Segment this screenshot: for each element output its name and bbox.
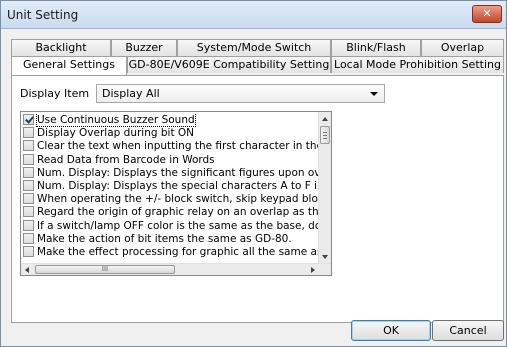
display-item-label: Display Item — [20, 87, 90, 100]
ok-button[interactable]: OK — [351, 320, 431, 341]
display-item-value: Display All — [102, 87, 160, 100]
scroll-right-icon[interactable] — [311, 267, 315, 273]
scroll-down-icon[interactable] — [322, 255, 328, 259]
dialog-body: Backlight Buzzer System/Mode Switch Blin… — [1, 30, 506, 346]
tab-buzzer[interactable]: Buzzer — [111, 39, 177, 56]
checkbox[interactable] — [23, 153, 34, 165]
checklist-item[interactable]: Make the action of bit items the same as… — [23, 232, 323, 246]
tab-general-settings[interactable]: General Settings — [11, 56, 127, 75]
tab-backlight[interactable]: Backlight — [11, 39, 111, 56]
checkbox[interactable] — [23, 206, 34, 218]
scroll-up-icon[interactable] — [322, 117, 328, 121]
tab-row-front: General Settings GD-80E/V609E Compatibil… — [11, 56, 504, 75]
checklist-item-label: Display Overlap during bit ON — [37, 127, 195, 140]
unit-setting-window: Unit Setting ✕ Backlight Buzzer System/M… — [0, 0, 507, 347]
general-settings-panel: Display Item Display All Use Continuous … — [11, 75, 504, 323]
settings-checklist[interactable]: Use Continuous Buzzer Sound Display Overl… — [20, 111, 332, 276]
cancel-button[interactable]: Cancel — [432, 320, 504, 341]
checkbox[interactable] — [23, 114, 34, 125]
checklist-item[interactable]: Regard the origin of graphic relay on an… — [23, 206, 323, 219]
tab-local-mode-prohibition[interactable]: Local Mode Prohibition Setting — [331, 56, 504, 73]
checklist-item[interactable]: Display Overlap during bit ON — [23, 127, 323, 140]
checkbox[interactable] — [23, 246, 34, 257]
checklist-item-label: Make the action of bit items the same as… — [37, 232, 292, 245]
checklist-item-label: When operating the +/- block switch, ski… — [37, 193, 323, 206]
checklist-item-label: Make the effect processing for graphic a… — [37, 246, 323, 258]
display-item-select[interactable]: Display All — [96, 84, 385, 103]
checklist-item-label: If a switch/lamp OFF color is the same a… — [37, 219, 323, 232]
title-bar[interactable]: Unit Setting ✕ — [1, 1, 506, 29]
checkbox[interactable] — [23, 193, 34, 205]
checklist-item[interactable]: Use Continuous Buzzer Sound — [23, 114, 323, 127]
checklist-item[interactable]: Read Data from Barcode in Words — [23, 153, 323, 167]
horizontal-scrollbar[interactable]: III — [21, 263, 331, 275]
vertical-scroll-thumb[interactable] — [320, 126, 330, 144]
close-icon: ✕ — [482, 7, 492, 20]
checklist-item-label: Read Data from Barcode in Words — [37, 153, 215, 166]
checklist-item-label: Use Continuous Buzzer Sound — [36, 114, 196, 127]
chevron-down-icon — [370, 92, 378, 96]
checklist-item[interactable]: Make the effect processing for graphic a… — [23, 246, 323, 259]
checklist-item[interactable]: Clear the text when inputting the first … — [23, 140, 323, 153]
checkbox[interactable] — [23, 219, 34, 231]
checkbox[interactable] — [23, 232, 34, 244]
checklist-item-label: Num. Display: Displays the special chara… — [37, 180, 323, 192]
window-title: Unit Setting — [7, 8, 79, 22]
checkbox[interactable] — [23, 140, 34, 152]
tab-row-back: Backlight Buzzer System/Mode Switch Blin… — [11, 39, 504, 56]
horizontal-scroll-thumb[interactable]: III — [35, 265, 175, 274]
checklist-item-label: Regard the origin of graphic relay on an… — [37, 206, 323, 219]
checklist-item-label: Clear the text when inputting the first … — [37, 140, 323, 153]
checklist-item[interactable]: If a switch/lamp OFF color is the same a… — [23, 219, 323, 233]
close-button[interactable]: ✕ — [472, 5, 502, 23]
tab-system-mode-switch[interactable]: System/Mode Switch — [177, 39, 331, 56]
checklist-item[interactable]: When operating the +/- block switch, ski… — [23, 193, 323, 206]
vertical-scrollbar[interactable] — [318, 112, 331, 264]
checklist-item[interactable]: Num. Display: Displays the special chara… — [23, 180, 323, 193]
checkbox[interactable] — [23, 166, 34, 178]
tab-overlap[interactable]: Overlap — [421, 39, 504, 56]
tab-gd80e-compatibility[interactable]: GD-80E/V609E Compatibility Setting — [127, 56, 331, 73]
checkbox[interactable] — [23, 180, 34, 191]
checkbox[interactable] — [23, 127, 34, 139]
checklist-item[interactable]: Num. Display: Displays the significant f… — [23, 166, 323, 180]
scroll-left-icon[interactable] — [25, 267, 29, 273]
tab-blink-flash[interactable]: Blink/Flash — [331, 39, 421, 56]
checklist-item-label: Num. Display: Displays the significant f… — [37, 166, 323, 179]
